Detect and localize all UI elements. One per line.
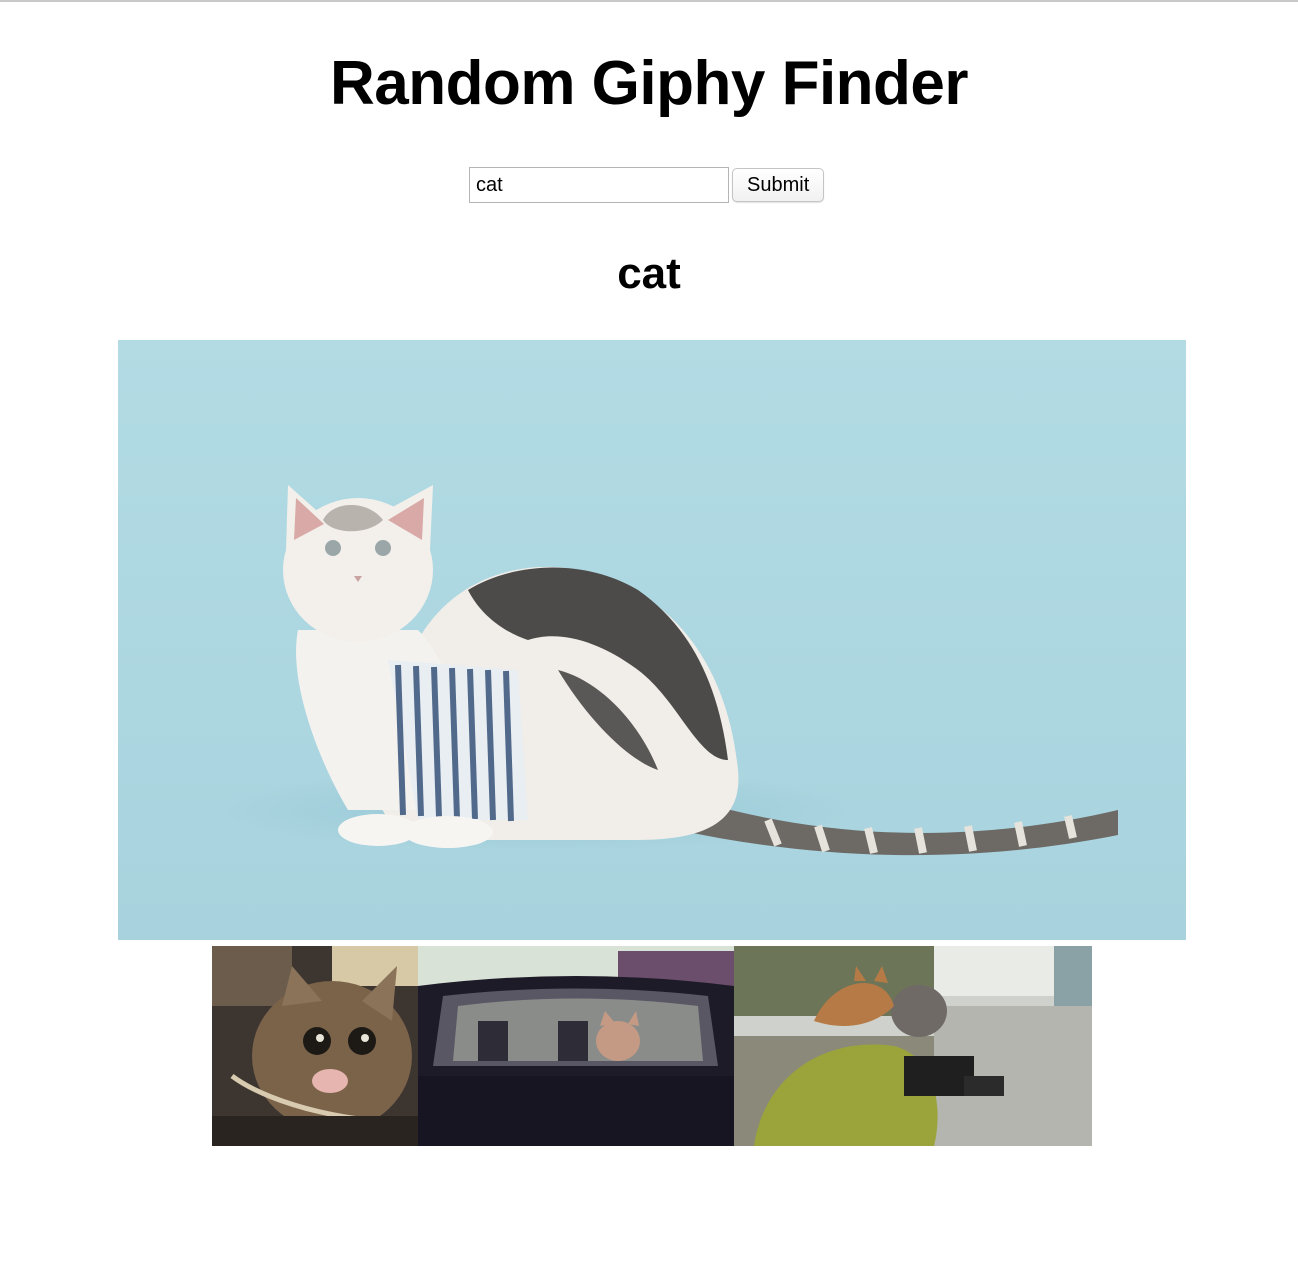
page-title: Random Giphy Finder (329, 49, 969, 118)
main-gif-image[interactable] (118, 340, 1186, 940)
query-heading: cat (617, 249, 681, 298)
search-input[interactable] (469, 167, 729, 203)
cat-thumbnail-3 (734, 946, 1092, 1146)
page: Random Giphy Finder Submit cat (0, 0, 1298, 1282)
thumbnail-gif-1[interactable] (212, 946, 418, 1146)
search-form: Submit (469, 167, 825, 203)
submit-button[interactable]: Submit (732, 168, 825, 202)
cat-illustration (118, 340, 1186, 940)
thumbnail-gif-3[interactable] (734, 946, 1092, 1146)
thumbnail-gif-2[interactable] (418, 946, 734, 1146)
cat-thumbnail-1 (212, 946, 418, 1146)
top-divider (0, 0, 1298, 2)
cat-thumbnail-2 (418, 946, 734, 1146)
